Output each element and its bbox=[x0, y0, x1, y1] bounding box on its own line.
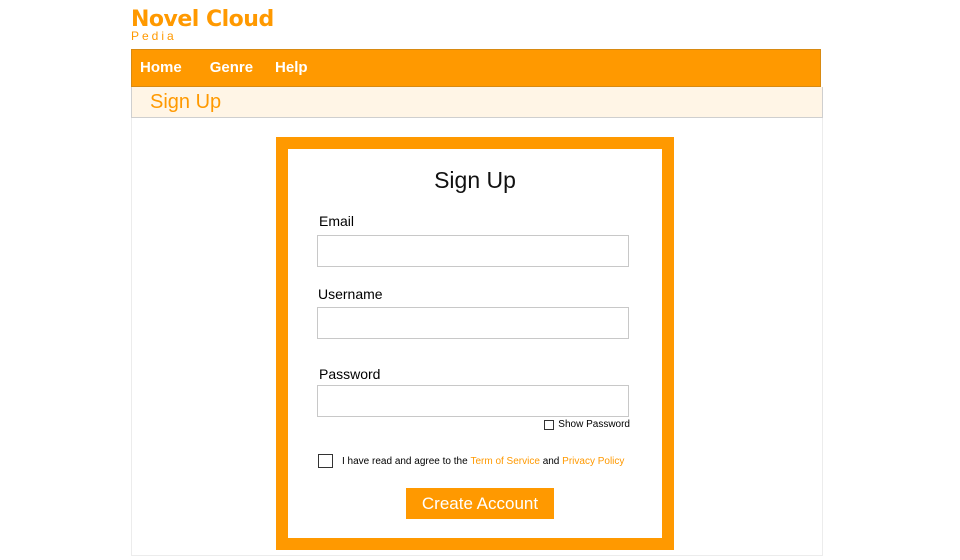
nav-item-home[interactable]: Home bbox=[132, 50, 190, 86]
form-title: Sign Up bbox=[434, 167, 516, 193]
show-password-toggle[interactable]: Show Password bbox=[544, 419, 630, 430]
terms-of-service-link[interactable]: Term of Service bbox=[470, 456, 539, 467]
privacy-policy-link[interactable]: Privacy Policy bbox=[562, 456, 624, 467]
username-field[interactable] bbox=[317, 307, 629, 339]
agree-and-text: and bbox=[542, 455, 560, 467]
agree-checkbox[interactable] bbox=[318, 454, 333, 468]
agree-prefix-text: I have read and agree to the bbox=[342, 455, 468, 467]
breadcrumb-bar: Sign Up bbox=[131, 87, 823, 118]
signup-card: Sign Up Email Username Password Show Pas… bbox=[276, 137, 674, 550]
password-label: Password bbox=[319, 366, 381, 382]
email-field[interactable] bbox=[317, 235, 629, 267]
nav-item-genre[interactable]: Genre bbox=[202, 50, 261, 86]
password-field[interactable] bbox=[317, 385, 629, 417]
breadcrumb-title: Sign Up bbox=[150, 91, 222, 113]
site-logo[interactable]: Novel Cloud Pedia bbox=[131, 6, 274, 42]
show-password-label: Show Password bbox=[558, 419, 630, 430]
email-label: Email bbox=[319, 213, 355, 229]
username-label: Username bbox=[318, 286, 383, 302]
signup-form: Sign Up Email Username Password Show Pas… bbox=[288, 149, 662, 538]
show-password-checkbox[interactable] bbox=[544, 419, 555, 430]
terms-agreement: I have read and agree to the Term of Ser… bbox=[318, 454, 624, 468]
create-account-button[interactable]: Create Account bbox=[406, 488, 554, 519]
main-navbar: Home Genre Help bbox=[131, 49, 821, 87]
nav-item-help[interactable]: Help bbox=[267, 50, 316, 86]
